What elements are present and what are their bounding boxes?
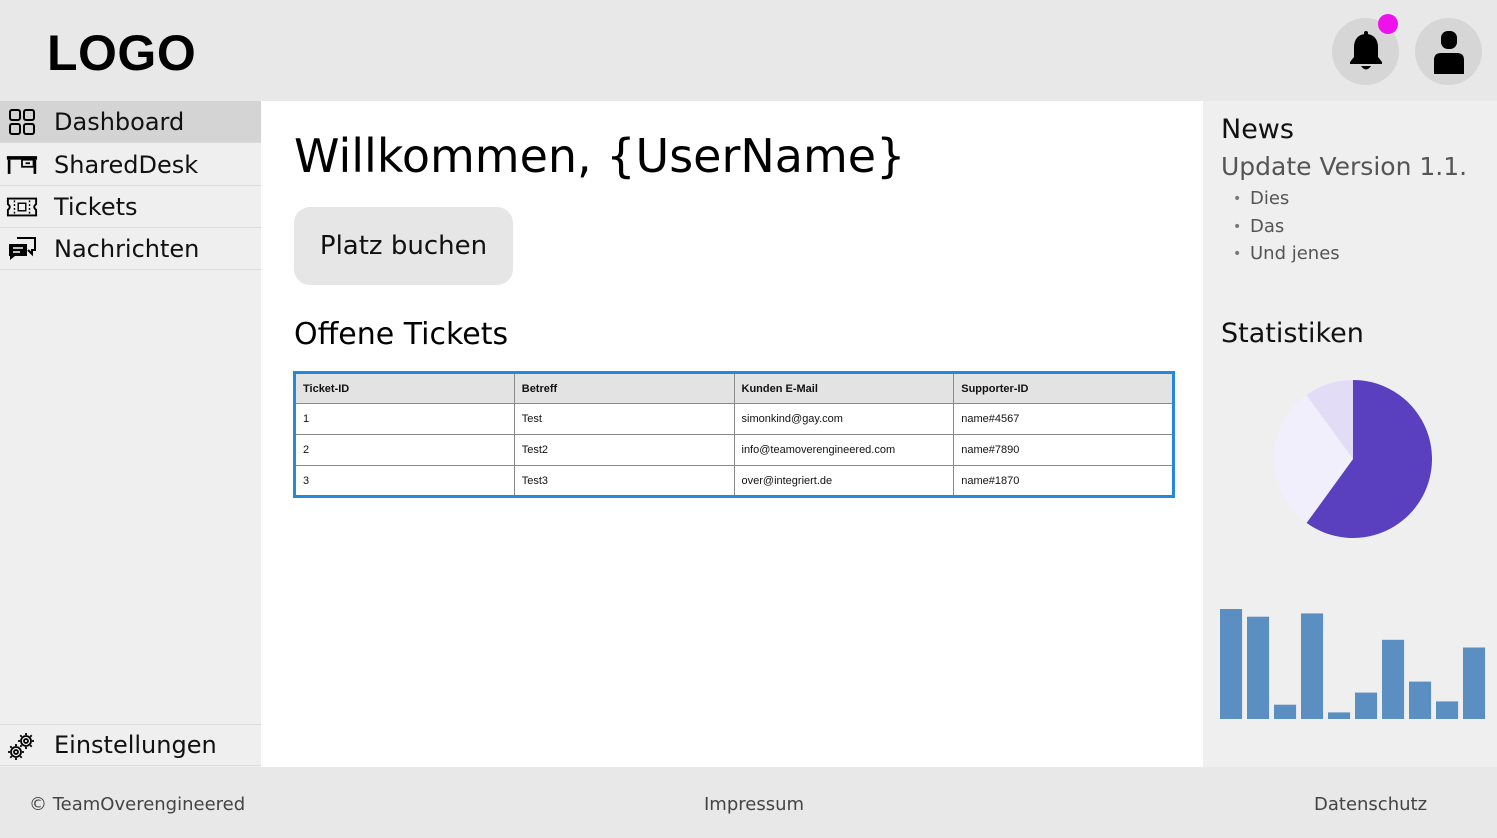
ticket-id-cell: 3: [294, 465, 515, 497]
main-content: Willkommen, {UserName} Platz buchen Offe…: [261, 101, 1203, 767]
bar: [1463, 647, 1486, 719]
bar: [1220, 609, 1243, 719]
chat-icon: [6, 236, 38, 262]
news-title: News: [1221, 114, 1294, 145]
ticket-icon: [6, 194, 38, 220]
sidebar-item-tickets[interactable]: Tickets: [0, 186, 261, 228]
sidebar-item-label: SharedDesk: [54, 150, 199, 179]
news-subtitle: Update Version 1.1.: [1221, 152, 1468, 181]
logo[interactable]: LOGO: [47, 24, 196, 82]
sidebar-item-shareddesk[interactable]: SharedDesk: [0, 144, 261, 186]
subject-cell: Test3: [513, 465, 735, 497]
pie-chart: [1273, 379, 1433, 539]
sidebar-item-einstellungen[interactable]: Einstellungen: [0, 724, 261, 766]
table-header-row: Ticket-ID Betreff Kunden E-Mail Supporte…: [294, 372, 1174, 404]
email-cell: simonkind@gay.com: [733, 403, 955, 435]
table-row[interactable]: 2 Test2 info@teamoverengineered.com name…: [294, 434, 1174, 466]
tickets-section-title: Offene Tickets: [294, 317, 509, 352]
email-cell: over@integriert.de: [733, 465, 955, 497]
grid-icon: [6, 109, 38, 135]
gear-icon: [6, 733, 38, 760]
table-row[interactable]: 1 Test simonkind@gay.com name#4567: [294, 403, 1174, 435]
news-item: Dies: [1233, 189, 1340, 217]
news-list: Dies Das Und jenes: [1233, 189, 1340, 272]
tickets-table: Ticket-ID Betreff Kunden E-Mail Supporte…: [293, 371, 1175, 498]
news-item: Und jenes: [1233, 244, 1340, 272]
table-row[interactable]: 3 Test3 over@integriert.de name#1870: [294, 465, 1174, 497]
bar: [1355, 692, 1378, 719]
bell-icon: [1349, 30, 1382, 69]
bar: [1247, 616, 1270, 719]
impressum-link[interactable]: Impressum: [704, 794, 804, 815]
subject-cell: Test2: [513, 434, 735, 466]
bar: [1382, 639, 1405, 719]
ticket-id-cell: 2: [294, 434, 515, 466]
bar: [1436, 701, 1459, 719]
sidebar: Dashboard SharedDesk Tickets Nachrichten…: [0, 101, 261, 767]
profile-button[interactable]: [1415, 18, 1482, 85]
sidebar-item-label: Tickets: [54, 192, 138, 221]
top-bar: LOGO: [0, 0, 1497, 101]
book-desk-button[interactable]: Platz buchen: [294, 207, 513, 285]
bar: [1301, 613, 1324, 719]
copyright-text: © TeamOverengineered: [29, 794, 246, 815]
footer: © TeamOverengineered Impressum Datenschu…: [0, 767, 1497, 838]
column-header[interactable]: Kunden E-Mail: [733, 372, 955, 404]
supporter-cell: name#7890: [953, 434, 1174, 466]
supporter-cell: name#1870: [953, 465, 1174, 497]
sidebar-item-label: Einstellungen: [54, 731, 217, 759]
column-header[interactable]: Supporter-ID: [953, 372, 1174, 404]
sidebar-item-dashboard[interactable]: Dashboard: [0, 101, 261, 143]
bar: [1274, 704, 1297, 719]
datenschutz-link[interactable]: Datenschutz: [1314, 794, 1427, 815]
news-item: Das: [1233, 216, 1340, 245]
bar-chart: [1219, 601, 1489, 719]
right-panel: News Update Version 1.1. Dies Das Und je…: [1203, 101, 1497, 767]
subject-cell: Test: [513, 403, 735, 435]
sidebar-item-label: Dashboard: [54, 107, 185, 136]
column-header[interactable]: Betreff: [513, 372, 735, 404]
desk-icon: [6, 152, 38, 178]
ticket-id-cell: 1: [294, 403, 515, 435]
supporter-cell: name#4567: [953, 403, 1174, 435]
bar: [1328, 712, 1351, 719]
bar: [1409, 681, 1432, 719]
user-icon: [1433, 30, 1464, 74]
page-title: Willkommen, {UserName}: [294, 129, 906, 183]
column-header[interactable]: Ticket-ID: [294, 372, 515, 404]
stats-title: Statistiken: [1221, 318, 1364, 349]
sidebar-item-label: Nachrichten: [54, 234, 200, 263]
email-cell: info@teamoverengineered.com: [733, 434, 955, 466]
notification-badge: [1378, 14, 1398, 34]
sidebar-item-nachrichten[interactable]: Nachrichten: [0, 228, 261, 270]
